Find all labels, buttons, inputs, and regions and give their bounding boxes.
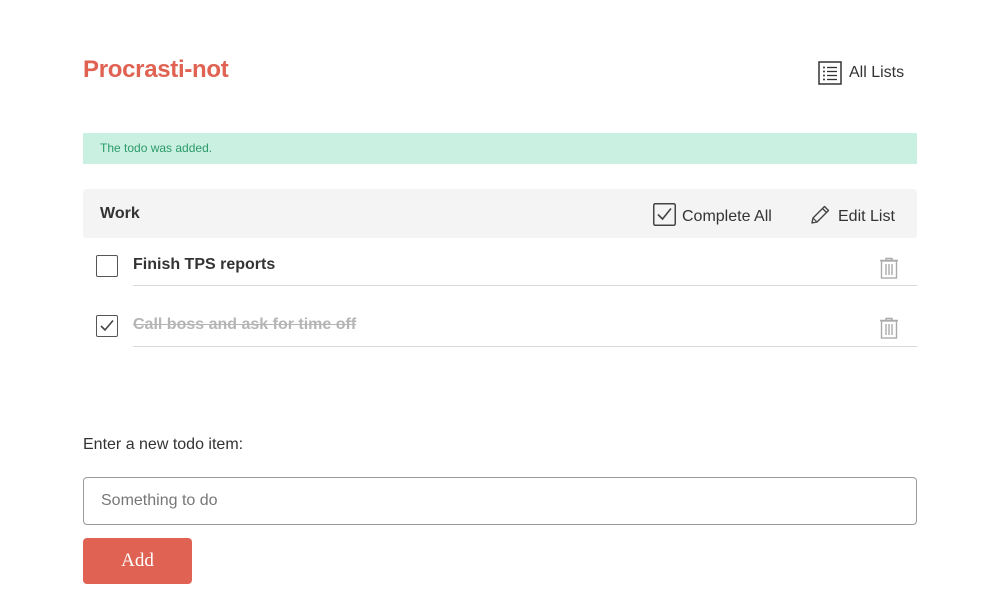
complete-all-button[interactable]: Complete All — [653, 203, 772, 231]
todo-checkbox[interactable] — [96, 255, 118, 277]
new-todo-input[interactable] — [83, 477, 917, 525]
list-header: Work Complete All Edit List — [83, 189, 917, 238]
divider — [133, 285, 917, 286]
checkbox-checked-icon — [653, 203, 676, 231]
complete-all-label: Complete All — [682, 208, 772, 225]
new-todo-label: Enter a new todo item: — [83, 436, 244, 453]
all-lists-label: All Lists — [849, 64, 905, 81]
edit-list-label: Edit List — [838, 208, 895, 225]
trash-icon[interactable] — [879, 317, 899, 344]
todo-text[interactable]: Finish TPS reports — [133, 256, 275, 274]
pencil-icon — [810, 204, 831, 230]
divider — [133, 346, 917, 347]
add-button[interactable]: Add — [83, 538, 192, 584]
todo-item: Call boss and ask for time off — [83, 298, 917, 358]
app-title: Procrasti-not — [83, 56, 229, 83]
edit-list-button[interactable]: Edit List — [810, 204, 895, 230]
checkmark-icon — [100, 319, 114, 332]
list-title: Work — [100, 205, 140, 222]
todo-checkbox-checked[interactable] — [96, 315, 118, 337]
all-lists-link[interactable]: All Lists — [818, 61, 904, 85]
flash-message: The todo was added. — [83, 133, 917, 164]
todo-text[interactable]: Call boss and ask for time off — [133, 316, 356, 334]
list-icon — [818, 61, 842, 85]
trash-icon[interactable] — [879, 257, 899, 284]
todo-item: Finish TPS reports — [83, 238, 917, 298]
